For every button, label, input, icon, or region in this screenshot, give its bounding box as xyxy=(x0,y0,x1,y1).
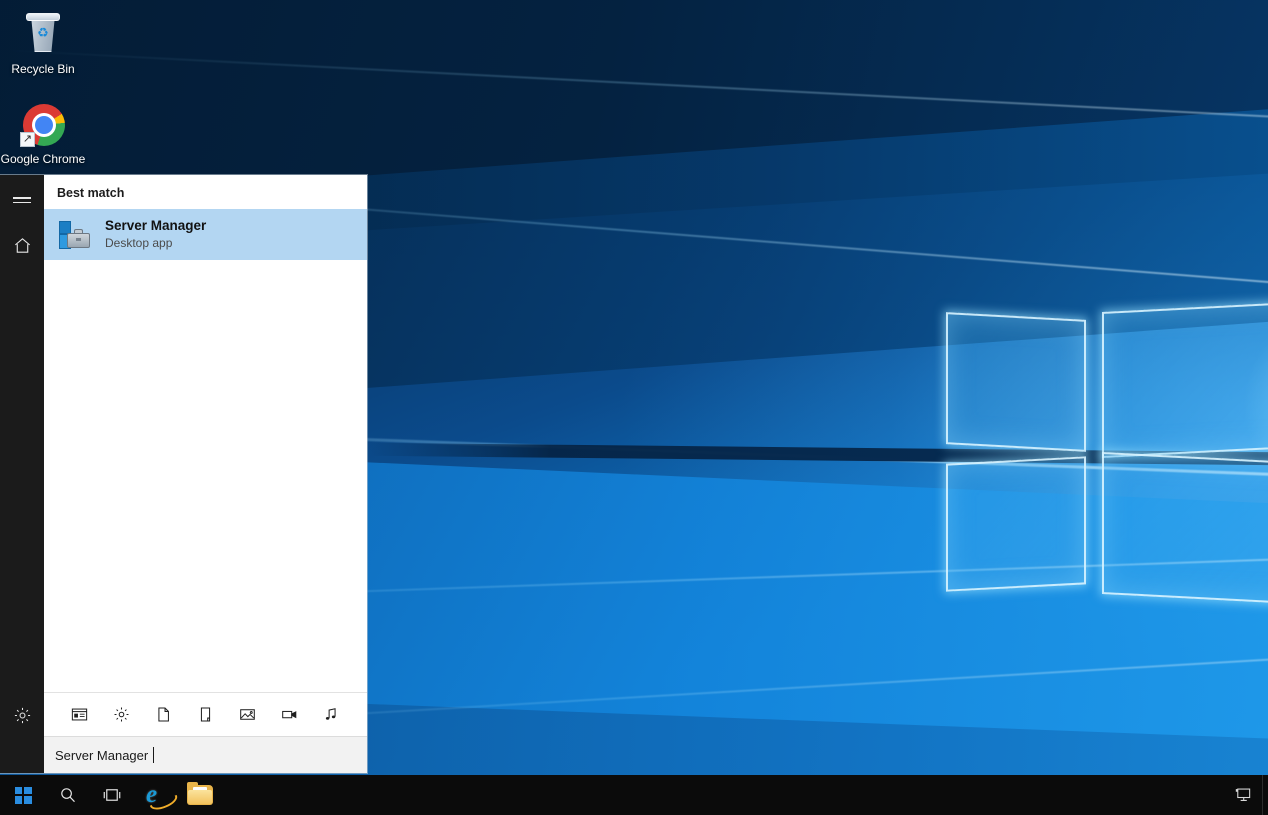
gear-icon[interactable] xyxy=(0,693,44,737)
music-icon[interactable] xyxy=(319,702,345,728)
search-input-value: Server Manager xyxy=(55,748,148,763)
taskbar-file-explorer-button[interactable] xyxy=(178,775,222,815)
windows-logo-icon xyxy=(15,787,32,804)
server-manager-icon xyxy=(57,219,91,251)
system-tray-display-button[interactable] xyxy=(1224,775,1262,815)
wallpaper-logo-pane xyxy=(946,456,1086,591)
internet-explorer-icon: e xyxy=(141,781,171,809)
gear-icon[interactable] xyxy=(108,702,134,728)
home-icon[interactable] xyxy=(0,223,44,267)
desktop-icon-label: Google Chrome xyxy=(0,153,86,166)
text-caret xyxy=(153,747,154,763)
desktop-icon-label: Recycle Bin xyxy=(0,63,86,76)
start-search-panel: Best match Server Manager Desktop app xyxy=(0,175,367,773)
wallpaper-logo-pane xyxy=(946,312,1086,452)
wallpaper-logo-pane xyxy=(1102,452,1268,606)
taskbar-internet-explorer-button[interactable]: e xyxy=(134,775,178,815)
taskbar: e xyxy=(0,775,1268,815)
search-result-server-manager[interactable]: Server Manager Desktop app xyxy=(44,209,367,260)
task-view-icon xyxy=(101,786,123,804)
monitor-icon xyxy=(1233,786,1253,804)
document-icon[interactable] xyxy=(150,702,176,728)
hamburger-menu-icon[interactable] xyxy=(0,178,44,222)
photo-icon[interactable] xyxy=(235,702,261,728)
apps-icon[interactable] xyxy=(66,702,92,728)
taskbar-task-view-button[interactable] xyxy=(90,775,134,815)
wallpaper-windows-logo xyxy=(930,300,1268,600)
folder-icon xyxy=(187,785,213,805)
search-results-pane: Best match Server Manager Desktop app xyxy=(44,175,367,773)
search-input[interactable]: Server Manager xyxy=(44,736,367,773)
chrome-icon: ↗ xyxy=(19,100,67,148)
shortcut-arrow-icon: ↗ xyxy=(20,132,35,147)
start-menu-rail xyxy=(0,175,44,773)
search-filter-bar xyxy=(44,692,367,736)
search-results-empty-area xyxy=(44,260,367,692)
start-button[interactable] xyxy=(0,775,46,815)
video-icon[interactable] xyxy=(277,702,303,728)
wallpaper-logo-pane xyxy=(1102,300,1268,458)
desktop-icon-recycle-bin[interactable]: ♻ Recycle Bin xyxy=(0,10,86,76)
best-match-header: Best match xyxy=(44,175,367,209)
search-icon xyxy=(59,786,77,804)
show-desktop-button[interactable] xyxy=(1262,775,1268,815)
recycle-bin-icon: ♻ xyxy=(19,10,67,58)
desktop-screen: ♻ Recycle Bin ↗ Google Chrome xyxy=(0,0,1268,815)
taskbar-search-button[interactable] xyxy=(46,775,90,815)
web-page-icon[interactable] xyxy=(192,702,218,728)
search-result-subtitle: Desktop app xyxy=(105,236,206,251)
desktop-icon-google-chrome[interactable]: ↗ Google Chrome xyxy=(0,100,86,166)
search-result-title: Server Manager xyxy=(105,218,206,234)
